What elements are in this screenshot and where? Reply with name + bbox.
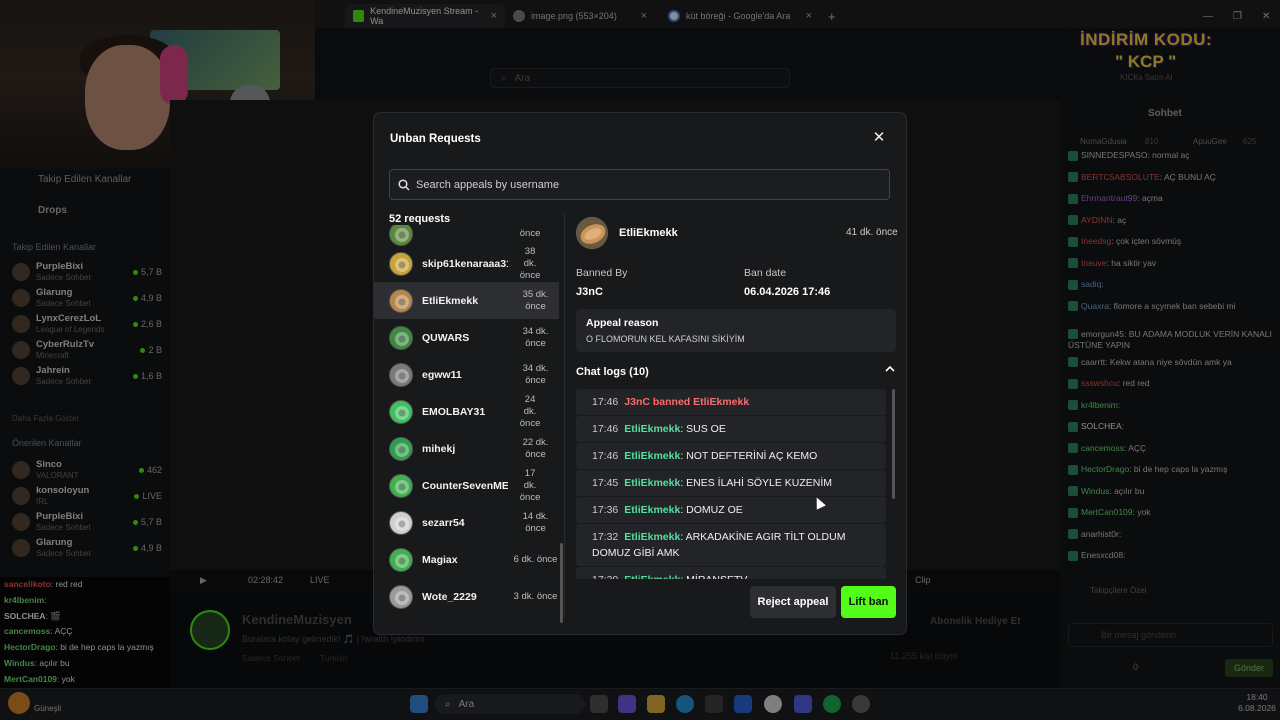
search-icon xyxy=(398,178,410,191)
banned-by-label: Banned By xyxy=(576,267,628,279)
request-list-item[interactable]: skip61kenaraaa3131 38 dk. önce xyxy=(374,245,559,282)
chat-logs-scrollbar[interactable] xyxy=(892,389,895,499)
avatar xyxy=(389,225,413,246)
close-icon[interactable]: ✕ xyxy=(870,129,888,147)
ban-date-label: Ban date xyxy=(744,267,787,279)
appeal-search-field[interactable] xyxy=(389,169,890,200)
avatar xyxy=(389,325,413,350)
log-user: EtliEkmekk xyxy=(624,450,681,462)
request-list-item[interactable]: egww11 34 dk. önce xyxy=(374,356,559,393)
chat-log-entry: 17:30 EtliEkmekk: MİRANSETV xyxy=(576,567,886,579)
log-user: EtliEkmekk xyxy=(624,504,681,516)
request-username: egww11 xyxy=(422,368,462,381)
modal-title: Unban Requests xyxy=(390,133,481,145)
request-username: skip61kenaraaa3131 xyxy=(422,257,508,270)
log-user: EtliEkmekk xyxy=(624,574,680,579)
request-list-scrollbar[interactable] xyxy=(560,543,563,623)
request-count: 52 requests xyxy=(389,213,451,225)
chat-logs-list: 17:46 J3nC banned EtliEkmekk 17:46 EtliEkme… xyxy=(576,389,886,579)
request-time: 6 dk. önce xyxy=(513,553,558,565)
request-time: 24 dk. önce xyxy=(519,393,541,429)
avatar xyxy=(389,473,413,498)
chat-log-entry: 17:46 J3nC banned EtliEkmekk xyxy=(576,389,886,415)
detail-username: EtliEkmekk xyxy=(619,227,678,239)
chat-log-entry: 17:46 EtliEkmekk: NOT DEFTERİNİ AÇ KEMO xyxy=(576,443,886,469)
request-username: CounterSevenME01 xyxy=(422,479,509,492)
request-list-item[interactable]: Magiax 6 dk. önce xyxy=(374,541,559,578)
request-username: EMOLBAY31 xyxy=(422,405,486,418)
avatar xyxy=(389,547,413,572)
reject-appeal-button[interactable]: Reject appeal xyxy=(750,586,836,618)
avatar xyxy=(389,510,413,535)
avatar xyxy=(389,584,413,609)
avatar xyxy=(389,288,413,313)
log-time: 17:46 xyxy=(592,423,619,435)
chat-log-entry: 17:45 EtliEkmekk: ENES İLAHİ SÖYLE KUZENİ… xyxy=(576,470,886,496)
log-message: : MİRANSETV xyxy=(680,574,747,579)
request-time: 14 dk. önce xyxy=(522,510,549,534)
request-list-item[interactable]: EtliEkmekk 35 dk. önce xyxy=(374,282,559,319)
log-user: EtliEkmekk xyxy=(624,531,681,543)
request-time: 34 dk. önce xyxy=(522,325,549,349)
banned-by-value: J3nC xyxy=(576,286,603,298)
appeal-search-input[interactable] xyxy=(416,178,876,191)
request-list-item[interactable]: mihekj 22 dk. önce xyxy=(374,430,559,467)
log-time: 17:46 xyxy=(592,396,619,408)
request-time: 22 dk. önce xyxy=(522,436,549,460)
request-list: önceskip61kenaraaa313138 dk. önceEtliEkm… xyxy=(374,225,564,623)
request-list-item[interactable]: QUWARS 34 dk. önce xyxy=(374,319,559,356)
log-user: J3nC banned EtliEkmekk xyxy=(624,396,750,408)
request-username: Magiax xyxy=(422,553,458,566)
request-username: sezarr54 xyxy=(422,516,465,529)
avatar xyxy=(389,436,413,461)
request-list-item[interactable]: EMOLBAY31 24 dk. önce xyxy=(374,393,559,430)
detail-time: 41 dk. önce xyxy=(846,227,898,238)
request-username: QUWARS xyxy=(422,331,470,344)
avatar xyxy=(389,362,413,387)
appeal-reason-text: O FLOMORUN KEL KAFASINI SİKİYİM xyxy=(586,334,745,344)
request-list-item[interactable]: Wote_2229 3 dk. önce xyxy=(374,578,559,615)
chevron-up-icon[interactable] xyxy=(882,363,898,379)
chat-logs-label: Chat logs (10) xyxy=(576,366,649,378)
request-username: Wote_2229 xyxy=(422,590,477,603)
log-message: : NOT DEFTERİNİ AÇ KEMO xyxy=(680,450,818,462)
detail-avatar xyxy=(576,217,608,249)
chat-log-entry: 17:46 EtliEkmekk: SUS OE xyxy=(576,416,886,442)
log-message: : ENES İLAHİ SÖYLE KUZENİM xyxy=(680,477,833,489)
log-time: 17:45 xyxy=(592,477,619,489)
request-list-item[interactable]: sezarr54 14 dk. önce xyxy=(374,504,559,541)
log-time: 17:46 xyxy=(592,450,619,462)
request-username: mihekj xyxy=(422,442,456,455)
request-time: 34 dk. önce xyxy=(522,362,549,386)
request-list-item[interactable]: CounterSevenME01 17 dk. önce xyxy=(374,467,559,504)
unban-requests-modal: Unban Requests ✕ 52 requests önce skip61k… xyxy=(374,113,906,634)
log-user: EtliEkmekk xyxy=(624,477,681,489)
log-time: 17:30 xyxy=(592,574,618,579)
appeal-reason-box: Appeal reason O FLOMORUN KEL KAFASINI Sİ… xyxy=(576,309,896,352)
log-time: 17:32 xyxy=(592,531,619,543)
avatar xyxy=(389,399,413,424)
lift-ban-button[interactable]: Lift ban xyxy=(841,586,896,618)
panel-divider xyxy=(564,213,565,618)
log-time: 17:36 xyxy=(592,504,619,516)
log-message: : SUS OE xyxy=(680,423,726,435)
avatar xyxy=(389,251,413,276)
log-message: : DOMUZ OE xyxy=(680,504,743,516)
chat-log-entry: 17:32 EtliEkmekk: ARKADAKİNE AGIR TİLT OL… xyxy=(576,524,886,566)
request-username: EtliEkmekk xyxy=(422,294,479,307)
request-time: 17 dk. önce xyxy=(519,467,541,503)
log-user: EtliEkmekk xyxy=(624,423,681,435)
request-time: 38 dk. önce xyxy=(519,245,541,281)
request-time: 35 dk. önce xyxy=(522,288,549,312)
chat-log-entry: 17:36 EtliEkmekk: DOMUZ OE xyxy=(576,497,886,523)
request-time: önce xyxy=(519,227,541,239)
request-time: 3 dk. önce xyxy=(513,590,558,602)
appeal-reason-label: Appeal reason xyxy=(586,317,659,329)
ban-date-value: 06.04.2026 17:46 xyxy=(744,286,831,298)
